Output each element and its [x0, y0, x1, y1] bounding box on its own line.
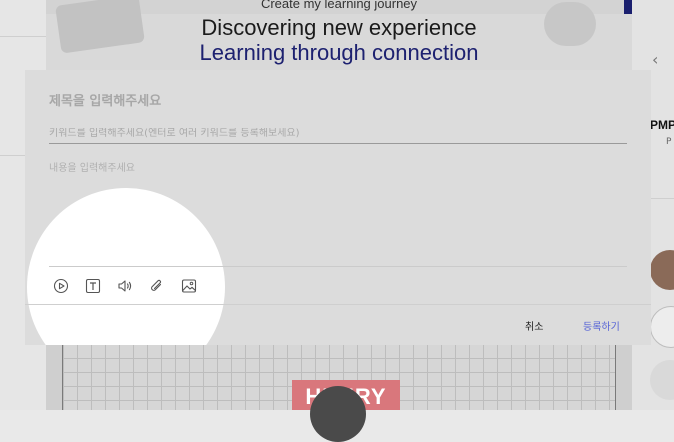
video-icon[interactable]: [51, 276, 70, 295]
post-editor-modal: 취소 등록하기: [25, 70, 651, 345]
card-subtitle: P: [666, 137, 672, 147]
toolbar-divider: [49, 266, 627, 267]
play-icon[interactable]: [310, 386, 366, 442]
audio-icon[interactable]: [115, 276, 134, 295]
keyword-input[interactable]: [49, 128, 627, 143]
divider: [0, 36, 46, 37]
attachment-toolbar: [51, 276, 198, 296]
title-input[interactable]: [49, 94, 449, 109]
text-icon[interactable]: [83, 276, 102, 295]
keyword-underline: [49, 143, 627, 144]
footer-divider: [25, 304, 651, 305]
divider: [650, 198, 674, 199]
image-icon[interactable]: [179, 276, 198, 295]
banner: Create my learning journey Discovering n…: [46, 0, 632, 70]
banner-caption: Create my learning journey: [260, 0, 418, 11]
cancel-button[interactable]: 취소: [525, 318, 543, 333]
submit-button[interactable]: 등록하기: [583, 318, 620, 333]
banner-subtitle: Learning through connection: [199, 40, 479, 65]
attachment-icon[interactable]: [147, 276, 166, 295]
card-title: PMP: [650, 118, 674, 132]
chevron-left-icon[interactable]: ‹: [652, 50, 658, 69]
content-textarea[interactable]: [49, 159, 627, 259]
banner-title: Discovering new experience: [201, 15, 477, 40]
